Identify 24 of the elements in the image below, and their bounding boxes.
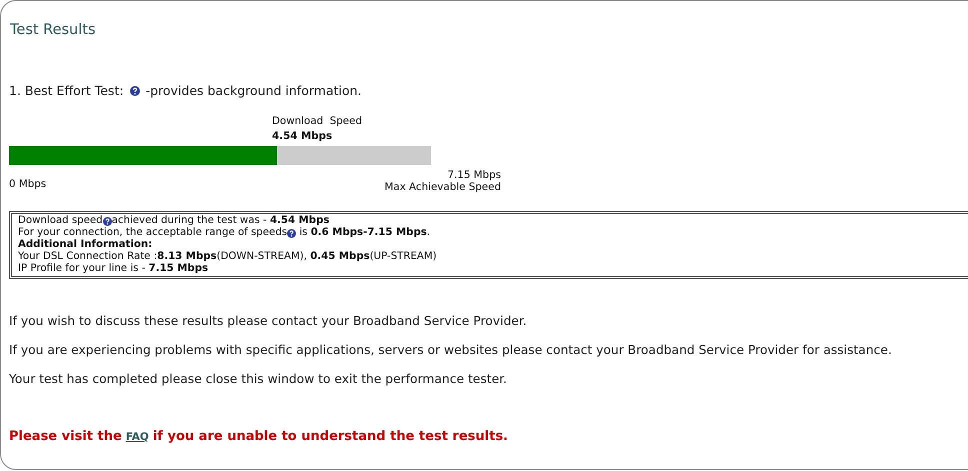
notice-text: Please visit the — [9, 428, 122, 446]
help-icon[interactable] — [130, 86, 140, 96]
max-label: 7.15 Mbps — [447, 169, 501, 181]
help-icon[interactable] — [287, 228, 296, 238]
min-label: 0 Mbps — [9, 178, 46, 190]
meter-value: 4.54 Mbps — [272, 129, 334, 144]
help-icon[interactable] — [102, 216, 112, 226]
info-text: IP Profile for your line is - 7.15 Mbps — [18, 263, 208, 275]
info-paragraph: If you are experiencing problems with specific applications, servers or websites please contact your Broadband Service Provider for assistance. — [9, 342, 893, 359]
info-text: For your connection, the acceptable range of speeds — [18, 227, 288, 239]
info-paragraph: If you wish to discuss these results please contact your Broadband Service Provider. — [9, 313, 528, 330]
max-caption: Max Achievable Speed — [384, 181, 501, 193]
notice-text: if you are unable to understand the test results. — [152, 428, 508, 446]
page-title: Test Results — [10, 21, 97, 40]
info-paragraph: Your test has completed please close this window to exit the performance tester. — [9, 371, 508, 388]
info-text: achieved during the test was - 4.54 Mbps — [112, 215, 330, 227]
help-description: -provides background information. — [146, 82, 362, 100]
info-text: is 0.6 Mbps-7.15 Mbps. — [298, 227, 430, 239]
info-heading: Additional Information: — [18, 239, 152, 251]
faq-link[interactable]: FAQ — [126, 430, 149, 446]
info-text: Download speed — [18, 215, 103, 227]
meter-caption: Download Speed — [272, 114, 364, 129]
info-text: Your DSL Connection Rate :8.13 Mbps(DOWN-STREAM), 0.45 Mbps(UP-STREAM) — [18, 251, 437, 263]
test-heading: 1. Best Effort Test: — [9, 82, 124, 100]
